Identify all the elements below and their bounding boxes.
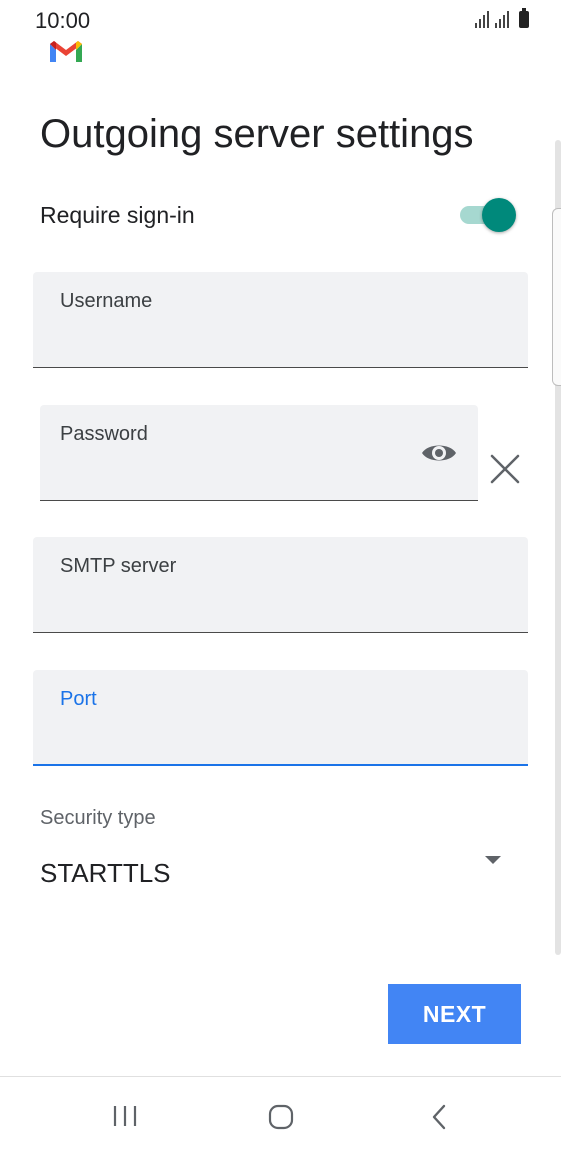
dropdown-arrow-icon[interactable] [485,856,501,864]
require-signin-toggle[interactable] [460,198,516,232]
status-time: 10:00 [35,8,91,33]
password-label: Password [60,423,148,445]
toggle-knob [482,198,516,232]
port-label: Port [60,688,97,710]
username-label: Username [60,290,153,312]
battery-icon [519,8,529,28]
recents-icon[interactable] [112,1105,138,1127]
home-icon[interactable] [268,1104,294,1130]
status-icons [475,8,529,28]
gmail-logo-icon [50,41,82,62]
smtp-server-label: SMTP server [60,555,177,577]
port-field[interactable]: Port [33,670,528,766]
signal-icon [495,10,509,28]
require-signin-label: Require sign-in [40,202,195,228]
password-field[interactable]: Password [40,405,478,501]
page-title: Outgoing server settings [40,112,474,156]
back-icon[interactable] [428,1103,450,1131]
status-bar: 10:00 [0,0,561,38]
show-password-eye-icon[interactable] [420,440,458,466]
username-field[interactable]: Username [33,272,528,368]
next-button[interactable]: NEXT [388,984,521,1044]
security-type-label: Security type [40,807,156,829]
scrollbar-thumb[interactable] [552,208,561,386]
navigation-bar [0,1076,561,1155]
clear-password-close-icon[interactable] [488,452,522,486]
require-signin-row: Require sign-in [40,198,520,234]
signal-icon [475,10,489,28]
smtp-server-field[interactable]: SMTP server [33,537,528,633]
security-type-select[interactable]: STARTTLS [40,858,171,889]
